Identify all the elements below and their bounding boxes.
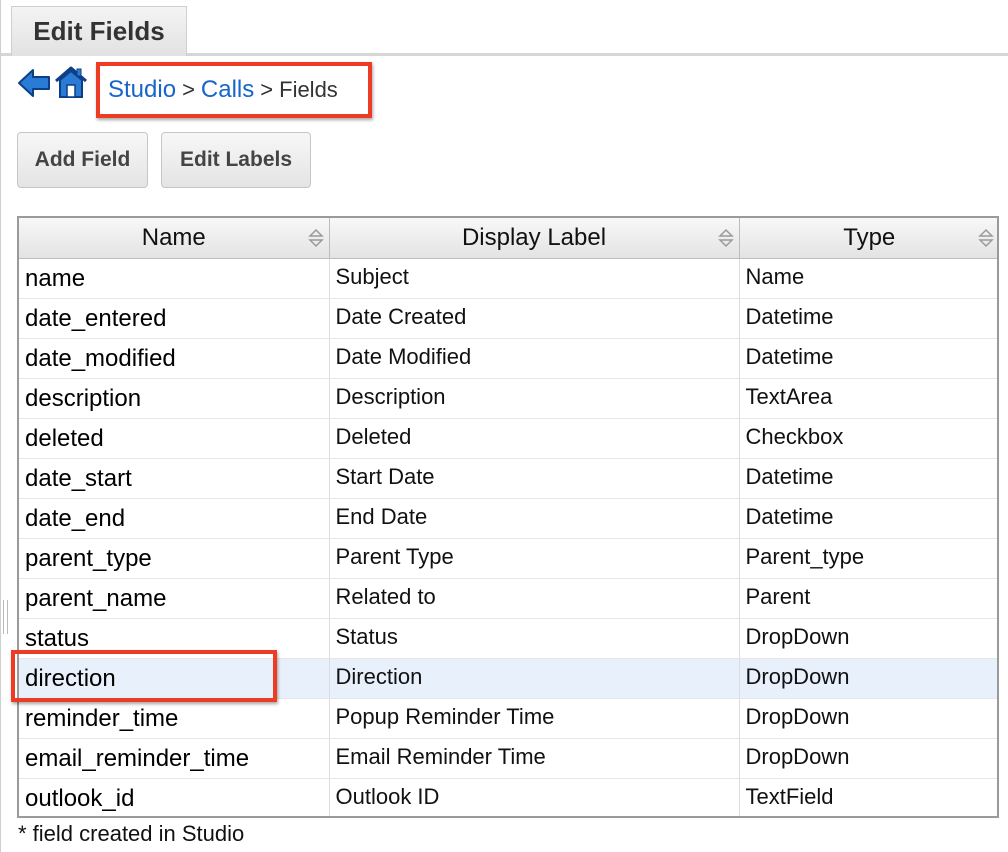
- table-row[interactable]: date_modified Date Modified Datetime: [19, 338, 997, 379]
- field-name-cell[interactable]: outlook_id: [19, 778, 330, 816]
- display-label-cell: Deleted: [329, 418, 740, 459]
- breadcrumb-separator: >: [260, 77, 274, 102]
- column-header-label: Type: [843, 224, 896, 251]
- display-label-cell: Parent Type: [329, 538, 740, 579]
- field-type-cell: Checkbox: [739, 418, 997, 459]
- field-name-cell[interactable]: date_entered: [19, 298, 330, 339]
- tab-bar: Edit Fields: [1, 0, 1008, 56]
- breadcrumb-calls-link[interactable]: Calls: [201, 76, 254, 104]
- breadcrumb: Studio > Calls > Fields: [96, 62, 372, 118]
- panel-splitter-handle[interactable]: [3, 600, 8, 634]
- field-name-cell[interactable]: status: [19, 618, 330, 659]
- column-header-label: Display Label: [461, 224, 607, 251]
- field-type-cell: DropDown: [739, 698, 997, 739]
- field-name-cell[interactable]: description: [19, 378, 330, 419]
- table-row[interactable]: email_reminder_time Email Reminder Time Dr…: [19, 738, 997, 779]
- field-name-cell[interactable]: direction: [19, 658, 330, 699]
- display-label-cell: End Date: [329, 498, 740, 539]
- sort-icon[interactable]: [977, 227, 995, 249]
- field-type-cell: TextArea: [739, 378, 997, 419]
- studio-edit-fields-panel: Edit Fields Studio > Calls > Fields Add …: [0, 0, 1008, 852]
- display-label-cell: Email Reminder Time: [329, 738, 740, 779]
- field-type-cell: DropDown: [739, 658, 997, 699]
- table-row[interactable]: status Status DropDown: [19, 618, 997, 659]
- field-name-cell[interactable]: date_modified: [19, 338, 330, 379]
- display-label-cell: Start Date: [329, 458, 740, 499]
- table-body: name Subject Name date_entered Date Created D…: [19, 258, 997, 816]
- tab-edit-fields[interactable]: Edit Fields: [11, 6, 187, 56]
- display-label-cell: Description: [329, 378, 740, 419]
- sort-icon[interactable]: [717, 227, 735, 249]
- field-type-cell: Name: [739, 258, 997, 299]
- table-row[interactable]: outlook_id Outlook ID TextField: [19, 778, 997, 816]
- home-icon[interactable]: [53, 64, 89, 100]
- table-row[interactable]: date_start Start Date Datetime: [19, 458, 997, 499]
- table-row[interactable]: deleted Deleted Checkbox: [19, 418, 997, 459]
- field-name-cell[interactable]: deleted: [19, 418, 330, 459]
- add-field-button[interactable]: Add Field: [17, 132, 148, 188]
- column-header-type[interactable]: Type: [739, 218, 997, 259]
- field-type-cell: Parent: [739, 578, 997, 619]
- field-name-cell[interactable]: parent_name: [19, 578, 330, 619]
- display-label-cell: Outlook ID: [329, 778, 740, 816]
- table-row[interactable]: parent_name Related to Parent: [19, 578, 997, 619]
- field-type-cell: TextField: [739, 778, 997, 816]
- display-label-cell: Subject: [329, 258, 740, 299]
- sort-icon[interactable]: [307, 227, 325, 249]
- table-row[interactable]: name Subject Name: [19, 258, 997, 299]
- display-label-cell: Related to: [329, 578, 740, 619]
- column-header-display-label[interactable]: Display Label: [329, 218, 740, 259]
- field-name-cell[interactable]: date_start: [19, 458, 330, 499]
- table-row[interactable]: reminder_time Popup Reminder Time DropDown: [19, 698, 997, 739]
- table-row[interactable]: parent_type Parent Type Parent_type: [19, 538, 997, 579]
- display-label-cell: Popup Reminder Time: [329, 698, 740, 739]
- field-name-cell[interactable]: date_end: [19, 498, 330, 539]
- fields-table: Name Display Label Type name Subject Name d…: [17, 216, 999, 818]
- field-name-cell[interactable]: name: [19, 258, 330, 299]
- edit-labels-button[interactable]: Edit Labels: [161, 132, 311, 188]
- breadcrumb-current: Fields: [279, 77, 338, 102]
- breadcrumb-separator: >: [182, 77, 195, 102]
- display-label-cell: Date Modified: [329, 338, 740, 379]
- field-type-cell: Datetime: [739, 498, 997, 539]
- field-name-cell[interactable]: parent_type: [19, 538, 330, 579]
- field-type-cell: DropDown: [739, 738, 997, 779]
- footnote: * field created in Studio: [18, 821, 245, 846]
- table-row[interactable]: date_entered Date Created Datetime: [19, 298, 997, 339]
- column-header-name[interactable]: Name: [19, 218, 330, 259]
- display-label-cell: Status: [329, 618, 740, 659]
- table-row[interactable]: direction Direction DropDown: [19, 658, 997, 699]
- field-type-cell: Datetime: [739, 298, 997, 339]
- field-type-cell: Parent_type: [739, 538, 997, 579]
- breadcrumb-studio-link[interactable]: Studio: [108, 76, 176, 104]
- field-name-cell[interactable]: email_reminder_time: [19, 738, 330, 779]
- table-header-row: Name Display Label Type: [19, 218, 997, 259]
- display-label-cell: Direction: [329, 658, 740, 699]
- field-type-cell: Datetime: [739, 338, 997, 379]
- table-row[interactable]: date_end End Date Datetime: [19, 498, 997, 539]
- field-name-cell[interactable]: reminder_time: [19, 698, 330, 739]
- back-arrow-icon[interactable]: [17, 66, 51, 100]
- column-header-label: Name: [141, 224, 206, 251]
- display-label-cell: Date Created: [329, 298, 740, 339]
- table-row[interactable]: description Description TextArea: [19, 378, 997, 419]
- field-type-cell: Datetime: [739, 458, 997, 499]
- field-type-cell: DropDown: [739, 618, 997, 659]
